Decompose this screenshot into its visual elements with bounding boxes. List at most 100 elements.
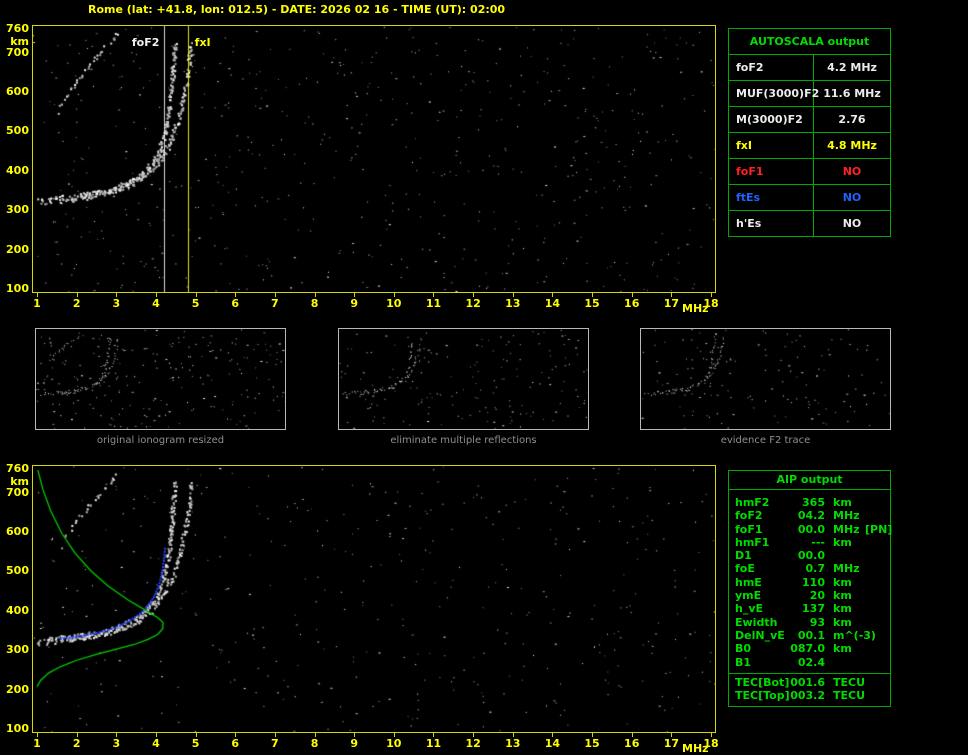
x-axis-tick-label: 5 [191, 737, 200, 750]
y-axis-tick-label: 760 [6, 462, 29, 475]
aip-row-extra [861, 496, 890, 509]
aip-row: B1 02.4 [735, 656, 890, 669]
aip-row-param: ymE [735, 589, 762, 603]
aip-row-param: hmF1 [735, 535, 770, 549]
x-axis-tick-label: 10 [386, 737, 402, 750]
x-axis-unit-label: MHz [682, 742, 709, 755]
autoscala-row-value: 4.8 MHz [827, 139, 877, 152]
x-axis-tick-label: 18 [703, 297, 719, 310]
autoscala-row: ftEs NO [729, 185, 890, 211]
aip-row-value: 0.7 [805, 562, 826, 576]
autoscala-row-param: h'Es [729, 211, 814, 236]
aip-row-value: 001.6 [790, 675, 825, 689]
aip-row-param: foF1 [735, 522, 763, 536]
y-axis-tick-label: 700 [6, 485, 29, 499]
aip-row-param: TEC[Bot] [735, 675, 790, 689]
aip-row-unit: MHz [833, 522, 860, 536]
y-axis-tick-label: 500 [6, 124, 29, 138]
aip-row: Ewidth 93 km [735, 616, 890, 629]
x-axis-tick [671, 733, 673, 737]
aip-row-unit [825, 549, 861, 562]
y-axis-tick-label: 400 [6, 603, 29, 617]
x-axis-tick [512, 293, 514, 297]
y-axis-tick-label: 600 [6, 85, 29, 99]
y-axis-tick-label: 400 [6, 163, 29, 177]
x-axis-tick-label: 16 [624, 297, 640, 310]
x-axis-tick-label: 15 [584, 737, 600, 750]
y-axis-tick-label: 700 [6, 45, 29, 59]
x-axis-tick [274, 733, 276, 737]
x-axis-tick [671, 293, 673, 297]
aip-row-extra [861, 562, 890, 575]
aip-row-unit: km [833, 535, 852, 549]
x-axis-tick [592, 733, 594, 737]
x-axis-tick [195, 733, 197, 737]
x-axis-tick-label: 4 [152, 297, 160, 310]
aip-row-extra [861, 676, 890, 689]
autoscala-row: foF2 4.2 MHz [729, 55, 890, 81]
aip-row-value: 137 [802, 602, 825, 616]
station-header: Rome (lat: +41.8, lon: 012.5) - DATE: 20… [88, 3, 506, 16]
aip-row-extra [861, 536, 890, 549]
autoscala-rows: foF2 4.2 MHz MUF(3000)F2 11.6 MHz M(3000)F2 2… [729, 55, 890, 236]
aip-row-unit: km [833, 575, 852, 589]
x-axis-tick [76, 293, 78, 297]
mini-panel-f2-trace [640, 328, 891, 430]
y-axis-tick-label: 100 [6, 722, 29, 735]
x-axis-tick-label: 5 [191, 297, 200, 310]
autoscala-row: M(3000)F2 2.76 [729, 107, 890, 133]
aip-row: foF1 00.0 MHz [PN] [735, 522, 892, 536]
aip-row-extra [861, 509, 890, 522]
x-axis-tick [552, 293, 554, 297]
y-axis-tick-label: 100 [6, 282, 29, 295]
aip-row-extra [861, 616, 890, 629]
aip-row-value: 087.0 [790, 642, 825, 656]
aip-table-title: AIP output [729, 471, 890, 490]
aip-row: hmF1 --- km [735, 536, 890, 549]
aip-rows-tec: TEC[Bot] 001.6 TECU TEC[Top] 003.2 TECU [729, 674, 890, 707]
ionogram-panel-bottom [32, 465, 716, 733]
ionogram-panel-top: foF2 fxI [32, 25, 716, 293]
x-axis-tick-label: 1 [33, 297, 41, 310]
aip-row-unit [825, 656, 861, 669]
aip-output-table: AIP output hmF2 365 km foF2 04.2 MHz foF1 00.0 M… [728, 470, 892, 708]
x-axis-tick-label: 13 [505, 297, 521, 310]
x-axis-tick-label: 12 [465, 297, 481, 310]
aip-row: foE 0.7 MHz [735, 562, 890, 575]
x-axis-tick [116, 293, 118, 297]
x-axis-tick-label: 4 [152, 737, 160, 750]
aip-row-unit: TECU [833, 675, 866, 689]
aip-row-unit: m^(-3) [833, 628, 876, 642]
y-axis-tick-label: 500 [6, 564, 29, 578]
aip-row-value: 00.0 [797, 522, 825, 536]
y-axis-tick-label: 760 [6, 22, 29, 35]
autoscala-row-value: NO [842, 217, 862, 230]
aip-row-extra [861, 602, 890, 615]
x-axis-tick [433, 293, 435, 297]
y-axis-tick-label: 200 [6, 242, 29, 256]
aip-row: TEC[Top] 003.2 TECU [735, 689, 890, 702]
mini-panel-caption-original: original ionogram resized [96, 435, 225, 446]
aip-row-value: 02.4 [797, 655, 825, 669]
x-axis-tick [393, 733, 395, 737]
fof2-marker-label: foF2 [129, 36, 162, 49]
aip-row-value: 00.0 [797, 549, 825, 563]
autoscala-row-value: 11.6 MHz [823, 87, 881, 100]
x-axis-tick-label: 17 [663, 737, 679, 750]
aip-row-unit: MHz [833, 562, 860, 576]
aip-row-value: 365 [802, 496, 825, 509]
x-axis-tick-label: 2 [72, 737, 81, 750]
aip-row-param: B0 [735, 642, 752, 656]
aip-row-param: TEC[Top] [735, 689, 790, 703]
aip-row-unit: km [833, 615, 852, 629]
x-axis-tick-label: 17 [663, 297, 679, 310]
aip-row-extra [861, 656, 890, 669]
aip-row-unit: MHz [833, 509, 860, 523]
x-axis-tick-label: 7 [271, 737, 279, 750]
aip-row-unit: km [833, 642, 852, 656]
mini-panel-no-multiples [338, 328, 589, 430]
x-axis-tick [711, 293, 712, 297]
x-axis-tick [631, 733, 633, 737]
autoscala-output-table: AUTOSCALA output foF2 4.2 MHz MUF(3000)F2 1… [728, 28, 891, 237]
aip-row-value: 20 [809, 589, 825, 603]
